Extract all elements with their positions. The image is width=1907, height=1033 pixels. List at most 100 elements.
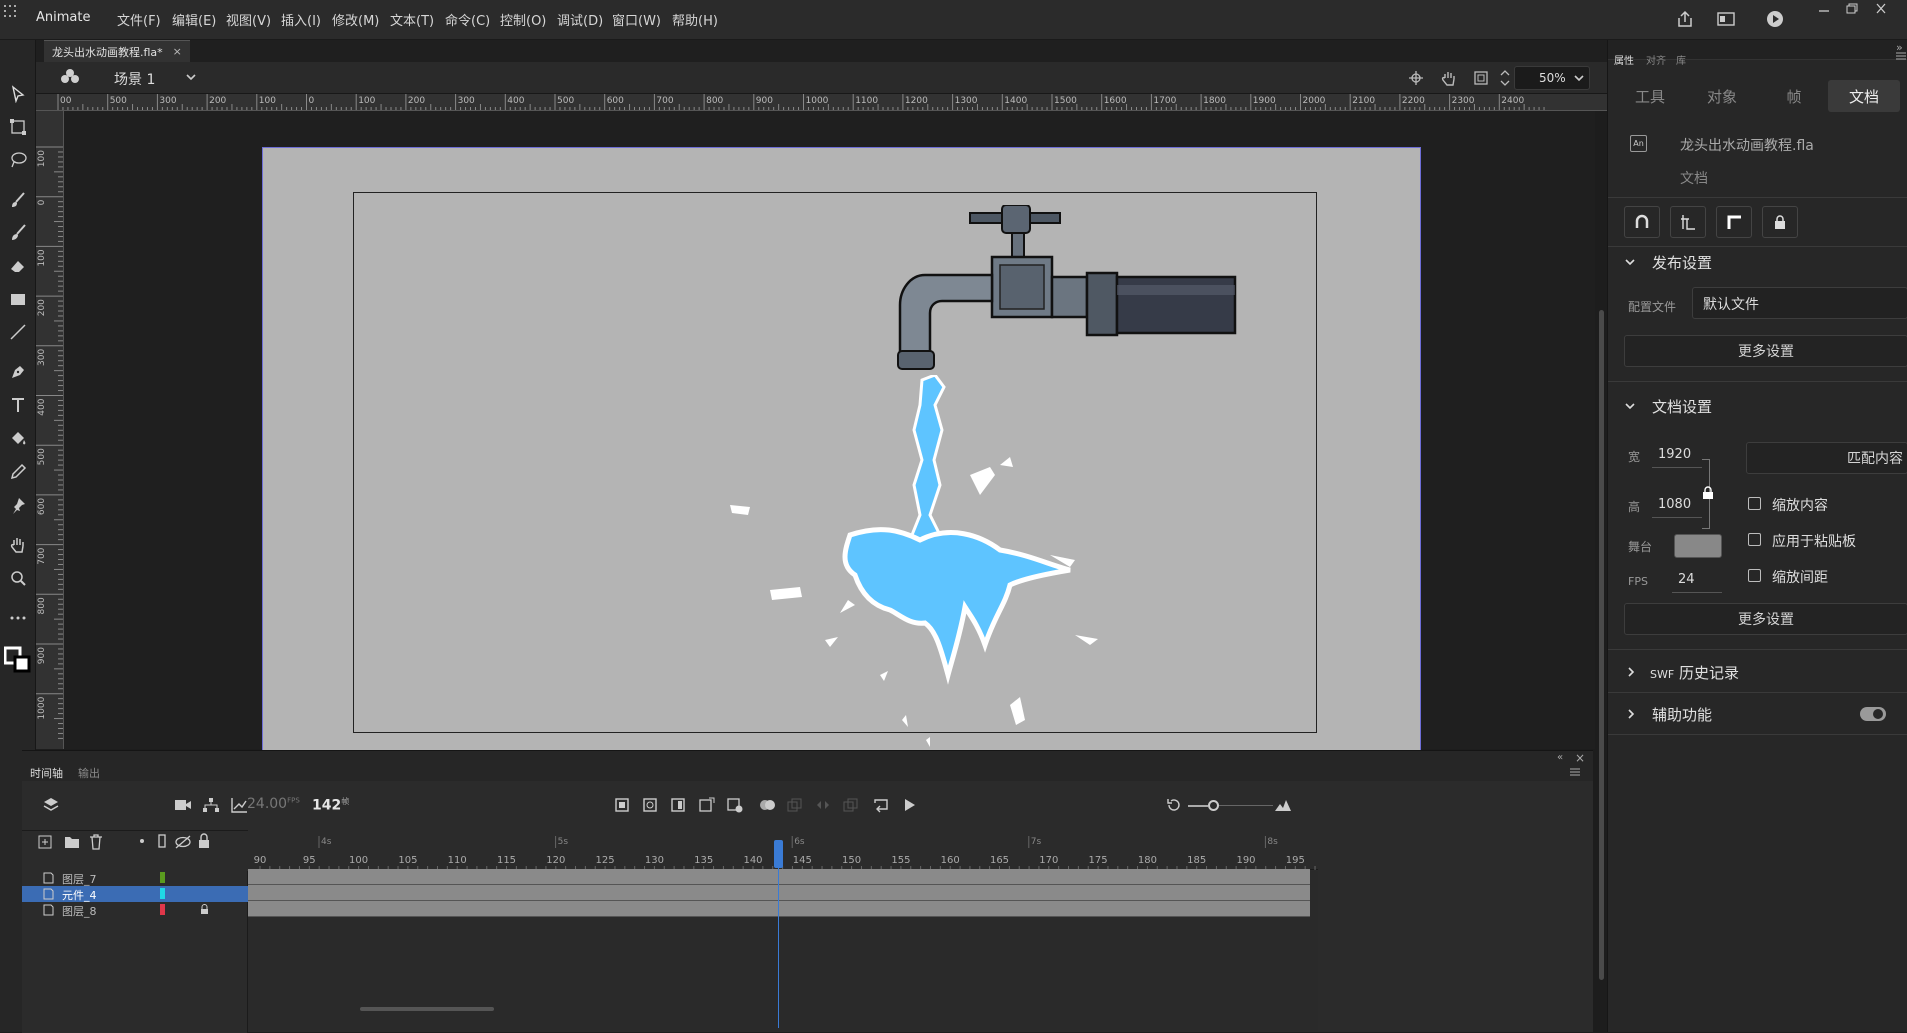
reset-zoom-icon[interactable] [1166, 797, 1182, 813]
panel-menu-icon[interactable] [1569, 767, 1581, 777]
menu-commands[interactable]: 命令(C) [445, 10, 490, 29]
eyedropper-tool-icon[interactable] [6, 460, 30, 484]
delete-frame-icon[interactable] [727, 797, 743, 813]
camera-icon[interactable] [174, 798, 192, 812]
link-dimensions-icon[interactable] [1702, 486, 1714, 500]
tab-object[interactable]: 对象 [1694, 86, 1750, 110]
tab-tool[interactable]: 工具 [1622, 86, 1678, 110]
tab-close-icon[interactable]: × [173, 45, 182, 58]
tab-output[interactable]: 输出 [78, 765, 100, 781]
share-icon[interactable] [1676, 10, 1694, 28]
doc-more-settings-button[interactable]: 更多设置 [1624, 603, 1907, 635]
doc-settings-collapse-icon[interactable] [1624, 400, 1636, 412]
menu-debug[interactable]: 调试(D) [557, 10, 603, 29]
panel-tab-library[interactable]: 库 [1676, 52, 1686, 67]
scene-icon[interactable] [60, 68, 80, 86]
stage-vertical-scrollbar[interactable] [1599, 310, 1604, 980]
restore-icon[interactable] [1843, 2, 1861, 16]
new-layer-icon[interactable] [38, 835, 52, 849]
menu-modify[interactable]: 修改(M) [332, 10, 379, 29]
hand-tool-icon[interactable] [6, 533, 30, 557]
frame-ruler[interactable]: 90 95 100 105 110 115 120 125 130 135 140 145 150 155… [248, 830, 1318, 870]
frame-span-layer-2[interactable] [248, 885, 1310, 901]
rotate-stage-icon[interactable] [1440, 69, 1458, 87]
scale-content-checkbox[interactable] [1748, 497, 1761, 510]
tab-timeline[interactable]: 时间轴 [30, 765, 63, 781]
layer-lock-icon[interactable] [200, 904, 209, 915]
accessibility-toggle[interactable] [1860, 707, 1886, 721]
paint-bucket-tool-icon[interactable] [6, 427, 30, 451]
insert-blank-keyframe-icon[interactable] [643, 798, 657, 812]
graph-icon[interactable] [230, 797, 248, 813]
scale-spacing-checkbox[interactable] [1748, 569, 1761, 582]
menu-view[interactable]: 视图(V) [226, 10, 271, 29]
close-icon[interactable] [1872, 2, 1890, 16]
properties-menu-icon[interactable] [1896, 52, 1906, 61]
eraser-tool-icon[interactable] [6, 254, 30, 278]
document-tab[interactable]: 龙头出水动画教程.fla* × [44, 40, 190, 62]
current-frame[interactable]: 142帧 [312, 796, 349, 814]
pin-tool-icon[interactable] [6, 493, 30, 517]
frame-span-layer-3[interactable] [248, 901, 1310, 917]
paint-brush-tool-icon[interactable] [6, 221, 30, 245]
center-stage-icon[interactable] [1408, 70, 1424, 86]
panel-tab-properties[interactable]: 属性 [1614, 52, 1634, 67]
zoom-tool-icon[interactable] [6, 566, 30, 590]
rectangle-tool-icon[interactable] [6, 287, 30, 311]
menu-control[interactable]: 控制(O) [500, 10, 546, 29]
layers-icon[interactable] [42, 796, 60, 814]
test-movie-icon[interactable] [1766, 10, 1784, 28]
insert-keyframe-icon[interactable] [615, 798, 629, 812]
timeline-zoom-slider[interactable] [1219, 805, 1273, 806]
layer-row[interactable]: 图层_7 [22, 870, 272, 886]
grid-icon[interactable] [3, 4, 17, 18]
menu-window[interactable]: 窗口(W) [612, 10, 661, 29]
publish-collapse-icon[interactable] [1624, 256, 1636, 268]
edge-snap-button[interactable] [1716, 206, 1752, 238]
menu-help[interactable]: 帮助(H) [672, 10, 718, 29]
scene-dropdown-icon[interactable] [184, 70, 198, 84]
play-icon[interactable] [902, 798, 916, 812]
text-tool-icon[interactable] [6, 393, 30, 417]
layer-color-swatch[interactable] [160, 904, 165, 915]
match-contents-button[interactable]: 匹配内容 [1746, 442, 1907, 474]
brush-tool-icon[interactable] [6, 188, 30, 212]
playhead-handle[interactable] [774, 840, 783, 868]
outline-column-icon[interactable] [158, 834, 166, 848]
line-tool-icon[interactable] [6, 320, 30, 344]
accessibility-title[interactable]: 辅助功能 [1652, 704, 1712, 725]
layer-color-swatch[interactable] [160, 888, 165, 899]
water-splash-artwork[interactable] [730, 375, 1120, 755]
lock-guides-button[interactable] [1762, 206, 1798, 238]
scene-label[interactable]: 场景 1 [114, 69, 155, 89]
profile-select[interactable]: 默认文件 [1692, 287, 1907, 319]
zoom-mountain-icon[interactable] [1274, 798, 1292, 812]
zoom-select[interactable]: 50% [1514, 66, 1590, 90]
swf-history-title[interactable]: SWF 历史记录 [1650, 662, 1739, 683]
stage-color-swatch[interactable] [1674, 534, 1722, 558]
timeline-zoom-slider-handle[interactable] [1208, 800, 1219, 811]
loop-disabled-icon[interactable] [815, 798, 831, 812]
panel-tab-align[interactable]: 对齐 [1646, 52, 1666, 67]
height-input[interactable]: 1080 [1652, 494, 1702, 518]
timeline-horizontal-scrollbar[interactable] [360, 1007, 494, 1011]
zoom-dropdown-icon[interactable] [1573, 72, 1585, 84]
snap-to-objects-button[interactable] [1624, 206, 1660, 238]
onion-skin-icon[interactable] [759, 798, 777, 812]
tween-icon[interactable] [699, 797, 715, 813]
free-transform-tool-icon[interactable] [6, 115, 30, 139]
tab-document[interactable]: 文档 [1828, 80, 1900, 112]
zoom-stepper-icon[interactable] [1499, 67, 1511, 89]
highlight-column-icon[interactable] [140, 839, 144, 843]
edit-multiple-frames-icon[interactable] [787, 798, 803, 812]
frame-span-layer-1[interactable] [248, 869, 1310, 885]
layer-parenting-icon[interactable] [202, 797, 220, 813]
new-folder-icon[interactable] [64, 835, 80, 849]
apply-to-pasteboard-checkbox[interactable] [1748, 533, 1761, 546]
layer-color-swatch[interactable] [160, 872, 165, 883]
swf-history-expand-icon[interactable] [1626, 666, 1636, 678]
accessibility-expand-icon[interactable] [1626, 708, 1636, 720]
insert-frame-icon[interactable] [671, 798, 685, 812]
selection-tool-icon[interactable] [6, 82, 30, 106]
faucet-artwork[interactable] [880, 205, 1240, 375]
